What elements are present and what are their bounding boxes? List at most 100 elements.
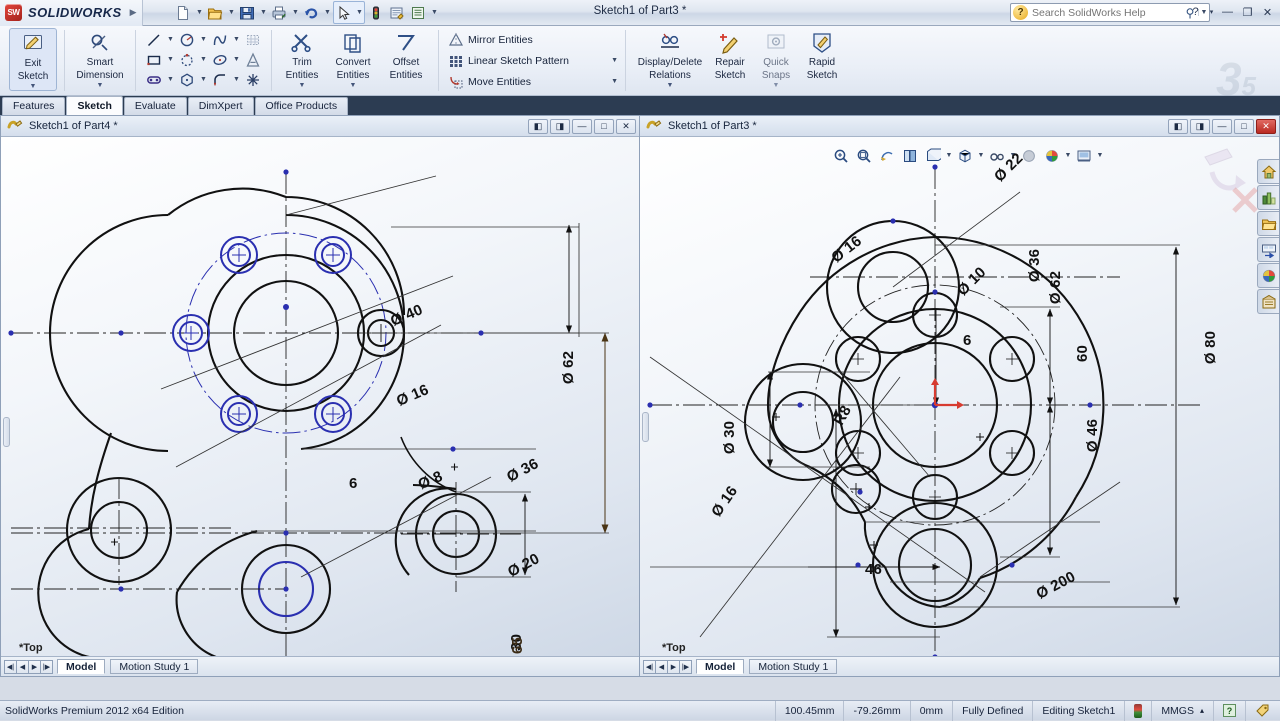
- right-pane-minimize-button[interactable]: —: [1212, 119, 1232, 134]
- right-pane-split-left-button[interactable]: ◧: [1168, 119, 1188, 134]
- convert-entities-button[interactable]: Convert Entities ▼: [325, 28, 381, 89]
- right-pane-close-button[interactable]: ✕: [1256, 119, 1276, 134]
- status-units-selector[interactable]: MMGS ▴: [1151, 701, 1213, 721]
- status-units-caret-icon[interactable]: ▴: [1200, 701, 1204, 721]
- trim-entities-caret-icon[interactable]: ▼: [299, 82, 306, 89]
- spline-tool-caret-icon[interactable]: ▼: [232, 30, 241, 49]
- right-pane-maximize-button[interactable]: □: [1234, 119, 1254, 134]
- surface-tool-button[interactable]: [242, 30, 264, 49]
- status-help-indicator[interactable]: ?: [1213, 701, 1245, 721]
- new-document-caret-icon[interactable]: ▼: [194, 2, 204, 23]
- ellipse-tool-caret-icon[interactable]: ▼: [232, 50, 241, 69]
- move-entities-caret-icon[interactable]: ▼: [597, 78, 618, 85]
- right-dim-36[interactable]: Ø 36: [1026, 249, 1043, 282]
- help-caret-icon[interactable]: ▾: [1207, 3, 1216, 21]
- left-pane-split-right-button[interactable]: ◨: [550, 119, 570, 134]
- minimize-button[interactable]: —: [1219, 3, 1236, 21]
- text-tool-button[interactable]: [242, 50, 264, 69]
- tab-dimxpert[interactable]: DimXpert: [188, 97, 254, 115]
- right-vertical-scroll-rail[interactable]: [642, 412, 649, 442]
- restore-button[interactable]: ❐: [1239, 3, 1256, 21]
- arc-points-caret-icon[interactable]: ▼: [199, 50, 208, 69]
- linear-sketch-pattern-caret-icon[interactable]: ▼: [597, 57, 618, 64]
- repair-sketch-button[interactable]: Repair Sketch: [707, 28, 753, 81]
- right-nav-last-button[interactable]: |▶: [679, 660, 692, 674]
- status-rebuild-indicator[interactable]: [1124, 701, 1151, 721]
- display-delete-relations-caret-icon[interactable]: ▼: [667, 82, 674, 89]
- line-tool-button[interactable]: [143, 30, 165, 49]
- save-document-caret-icon[interactable]: ▼: [258, 2, 268, 23]
- tab-office-products[interactable]: Office Products: [255, 97, 349, 115]
- move-entities-command[interactable]: Move Entities ▼: [446, 71, 618, 92]
- left-pane-minimize-button[interactable]: —: [572, 119, 592, 134]
- fillet-tool-caret-icon[interactable]: ▼: [232, 70, 241, 89]
- tab-sketch[interactable]: Sketch: [66, 96, 122, 115]
- right-dim-80[interactable]: Ø 80: [1202, 331, 1219, 364]
- point-tool-button[interactable]: [242, 70, 264, 89]
- right-dim-60[interactable]: 60: [1074, 345, 1091, 362]
- right-canvas[interactable]: ▼ ▼ ▼ ▼ ▼: [640, 137, 1279, 657]
- quick-snaps-caret-icon[interactable]: ▼: [773, 82, 780, 89]
- left-dim-65[interactable]: 65: [509, 637, 526, 654]
- right-dim-62[interactable]: Ø 62: [1047, 271, 1064, 304]
- customize-caret-icon[interactable]: ▼: [429, 2, 439, 23]
- save-document-button[interactable]: [237, 2, 257, 23]
- customize-button[interactable]: [408, 2, 428, 23]
- left-nav-last-button[interactable]: |▶: [40, 660, 53, 674]
- select-tool-button[interactable]: [334, 2, 354, 23]
- rebuild-button[interactable]: [366, 2, 386, 23]
- trim-entities-button[interactable]: Trim Entities ▼: [279, 28, 325, 89]
- display-delete-relations-button[interactable]: Display/Delete Relations ▼: [633, 28, 707, 89]
- left-tab-motion-study[interactable]: Motion Study 1: [110, 659, 198, 674]
- left-pane-maximize-button[interactable]: □: [594, 119, 614, 134]
- new-document-button[interactable]: [173, 2, 193, 23]
- left-vertical-scroll-rail[interactable]: [3, 417, 10, 447]
- close-button[interactable]: ✕: [1259, 3, 1276, 21]
- options-button[interactable]: [387, 2, 407, 23]
- right-dim-46-horizontal[interactable]: 46: [865, 561, 882, 578]
- left-canvas[interactable]: Ø 40 Ø 16 Ø 62 Ø 8 Ø 36 Ø 20 Ø 30 6 65 Ø…: [1, 137, 639, 657]
- circle-tool-button[interactable]: [176, 30, 198, 49]
- search-input[interactable]: [1028, 6, 1182, 20]
- left-dim-6[interactable]: 6: [349, 475, 358, 492]
- fillet-tool-button[interactable]: [209, 70, 231, 89]
- smart-dimension-caret-icon[interactable]: ▼: [97, 82, 104, 89]
- select-tool-caret-icon[interactable]: ▼: [354, 2, 364, 23]
- quick-snaps-button[interactable]: Quick Snaps ▼: [753, 28, 799, 89]
- right-tab-model[interactable]: Model: [696, 659, 744, 674]
- left-pane-split-left-button[interactable]: ◧: [528, 119, 548, 134]
- left-pane-close-button[interactable]: ✕: [616, 119, 636, 134]
- undo-caret-icon[interactable]: ▼: [322, 2, 332, 23]
- linear-sketch-pattern-command[interactable]: Linear Sketch Pattern ▼: [446, 50, 618, 71]
- right-dim-6[interactable]: 6: [963, 332, 972, 349]
- right-pane-split-right-button[interactable]: ◨: [1190, 119, 1210, 134]
- ellipse-tool-button[interactable]: [209, 50, 231, 69]
- rectangle-tool-button[interactable]: [143, 50, 165, 69]
- arc-points-tool-button[interactable]: [176, 50, 198, 69]
- right-dim-30[interactable]: Ø 30: [721, 421, 738, 454]
- help-search-box[interactable]: ? ⚲ ▼: [1010, 3, 1210, 22]
- polygon-tool-caret-icon[interactable]: ▼: [199, 70, 208, 89]
- line-tool-caret-icon[interactable]: ▼: [166, 30, 175, 49]
- rectangle-tool-caret-icon[interactable]: ▼: [166, 50, 175, 69]
- menu-expand-arrow-icon[interactable]: ▶: [130, 7, 137, 18]
- open-document-button[interactable]: [205, 2, 225, 23]
- open-document-caret-icon[interactable]: ▼: [226, 2, 236, 23]
- tab-features[interactable]: Features: [2, 97, 65, 115]
- left-tab-model[interactable]: Model: [57, 659, 105, 674]
- offset-entities-button[interactable]: Offset Entities: [381, 28, 431, 81]
- exit-sketch-button[interactable]: Exit Sketch ▼: [9, 28, 57, 91]
- print-document-caret-icon[interactable]: ▼: [290, 2, 300, 23]
- exit-sketch-caret-icon[interactable]: ▼: [30, 83, 37, 90]
- tab-evaluate[interactable]: Evaluate: [124, 97, 187, 115]
- slot-tool-button[interactable]: [143, 70, 165, 89]
- slot-tool-caret-icon[interactable]: ▼: [166, 70, 175, 89]
- spline-tool-button[interactable]: [209, 30, 231, 49]
- rapid-sketch-button[interactable]: Rapid Sketch: [799, 28, 845, 81]
- polygon-tool-button[interactable]: [176, 70, 198, 89]
- right-tab-motion-study[interactable]: Motion Study 1: [749, 659, 837, 674]
- help-button[interactable]: ?: [1187, 3, 1204, 21]
- undo-button[interactable]: [301, 2, 321, 23]
- circle-tool-caret-icon[interactable]: ▼: [199, 30, 208, 49]
- convert-entities-caret-icon[interactable]: ▼: [350, 82, 357, 89]
